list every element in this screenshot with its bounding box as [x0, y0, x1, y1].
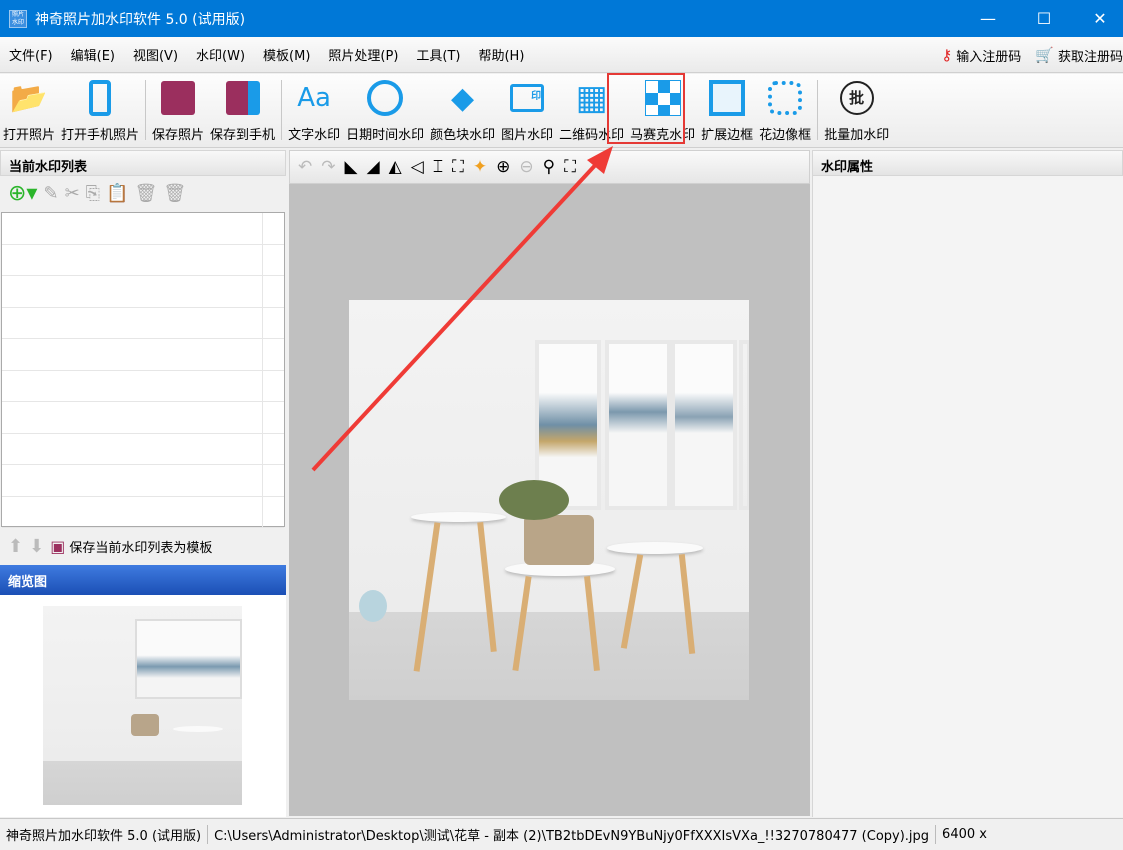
annotation-arrow	[311, 146, 613, 472]
status-path: C:\Users\Administrator\Desktop\测试\花草 - 副…	[208, 825, 937, 844]
status-size: 6400 x	[942, 827, 987, 842]
status-bar: 神奇照片加水印软件 5.0 (试用版) C:\Users\Administrat…	[0, 818, 1123, 850]
status-app: 神奇照片加水印软件 5.0 (试用版)	[0, 825, 209, 844]
